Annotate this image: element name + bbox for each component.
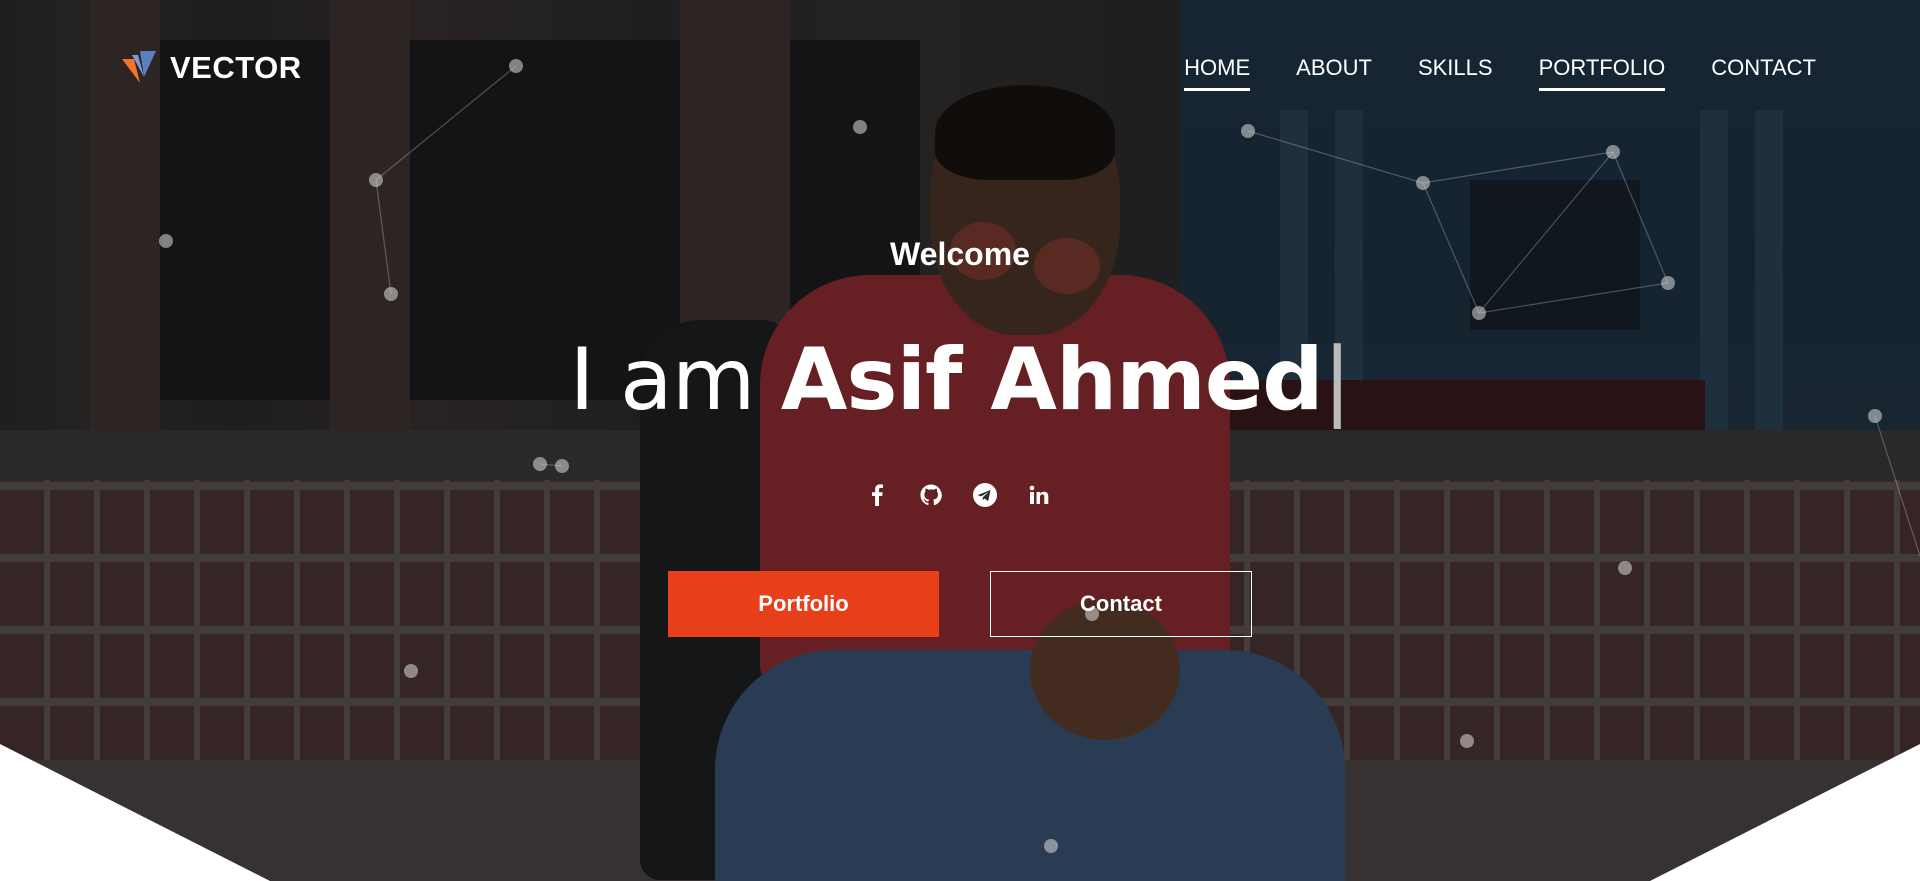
nav-item-skills[interactable]: SKILLS bbox=[1418, 55, 1493, 91]
headline-intro: I am bbox=[569, 330, 781, 430]
nav-item-contact[interactable]: CONTACT bbox=[1711, 55, 1816, 91]
contact-button[interactable]: Contact bbox=[990, 571, 1252, 637]
linkedin-icon bbox=[1029, 485, 1049, 504]
nav-item-home[interactable]: HOME bbox=[1184, 55, 1251, 91]
typing-cursor: | bbox=[1322, 330, 1352, 430]
portfolio-button[interactable]: Portfolio bbox=[668, 571, 939, 637]
brand-name: VECTOR bbox=[170, 50, 302, 85]
brand-logo[interactable]: VECTOR bbox=[120, 50, 302, 86]
main-nav: HOME ABOUT SKILLS PORTFOLIO CONTACT bbox=[1184, 55, 1816, 91]
hero-section: VECTOR HOME ABOUT SKILLS PORTFOLIO CONTA… bbox=[0, 0, 1920, 881]
nav-item-about[interactable]: ABOUT bbox=[1296, 55, 1372, 91]
facebook-icon bbox=[872, 484, 883, 506]
social-links bbox=[862, 480, 1054, 510]
linkedin-link[interactable] bbox=[1024, 480, 1054, 510]
facebook-link[interactable] bbox=[862, 480, 892, 510]
github-icon bbox=[920, 484, 942, 506]
headline-name: Asif Ahmed bbox=[780, 330, 1324, 430]
welcome-text: Welcome bbox=[890, 236, 1030, 272]
hero-headline: I am Asif Ahmed| bbox=[0, 330, 1920, 430]
telegram-link[interactable] bbox=[970, 480, 1000, 510]
particles-network bbox=[159, 59, 1920, 853]
vector-logo-icon bbox=[122, 51, 156, 83]
github-link[interactable] bbox=[916, 480, 946, 510]
nav-item-portfolio[interactable]: PORTFOLIO bbox=[1538, 55, 1665, 91]
telegram-icon bbox=[973, 483, 997, 507]
